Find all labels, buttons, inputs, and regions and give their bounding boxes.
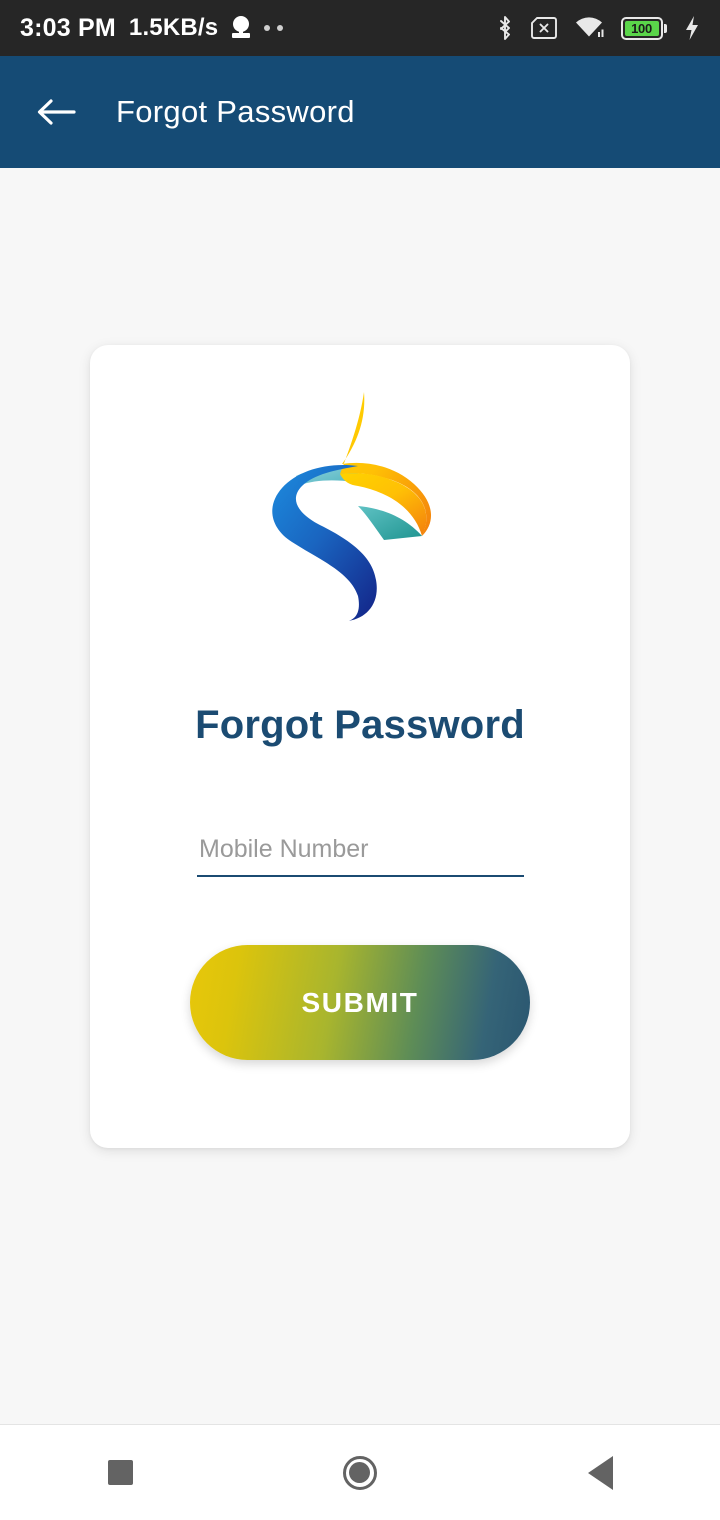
system-navigation-bar [0,1425,720,1520]
company-logo [272,392,432,621]
bluetooth-icon [499,16,510,40]
recents-button[interactable] [70,1425,170,1520]
forgot-password-card: Forgot Password SUBMIT [90,345,630,1148]
page-title: Forgot Password [116,94,355,129]
status-bar-left: 3:03 PM 1.5KB/s [20,13,284,43]
battery-percent-label: 100 [624,20,659,36]
status-bar-right: 100 [496,15,701,41]
recents-square-icon [107,1460,133,1485]
wifi-icon [575,17,603,37]
microphone-icon [231,15,251,41]
more-dots-icon [264,25,284,31]
field-underline [197,875,524,877]
home-circle-icon [343,1455,377,1490]
app-bar: Forgot Password [0,56,720,168]
mobile-number-input[interactable] [197,835,524,875]
back-triangle-icon [587,1455,613,1490]
status-bar: 3:03 PM 1.5KB/s 100 [0,0,720,56]
status-time: 3:03 PM [20,13,116,42]
network-speed-text: 1.5KB/s [128,14,219,41]
card-heading: Forgot Password [195,703,525,747]
home-button[interactable] [310,1425,410,1520]
back-arrow-icon[interactable] [34,90,78,134]
back-button[interactable] [550,1425,650,1520]
mobile-number-field[interactable] [197,835,524,877]
submit-button[interactable]: SUBMIT [190,945,530,1060]
sd-card-error-icon [530,17,557,39]
content-area: Forgot Password SUBMIT [0,168,720,1424]
battery-icon: 100 [620,16,667,40]
logo-container [90,390,630,622]
charging-bolt-icon [686,16,698,40]
